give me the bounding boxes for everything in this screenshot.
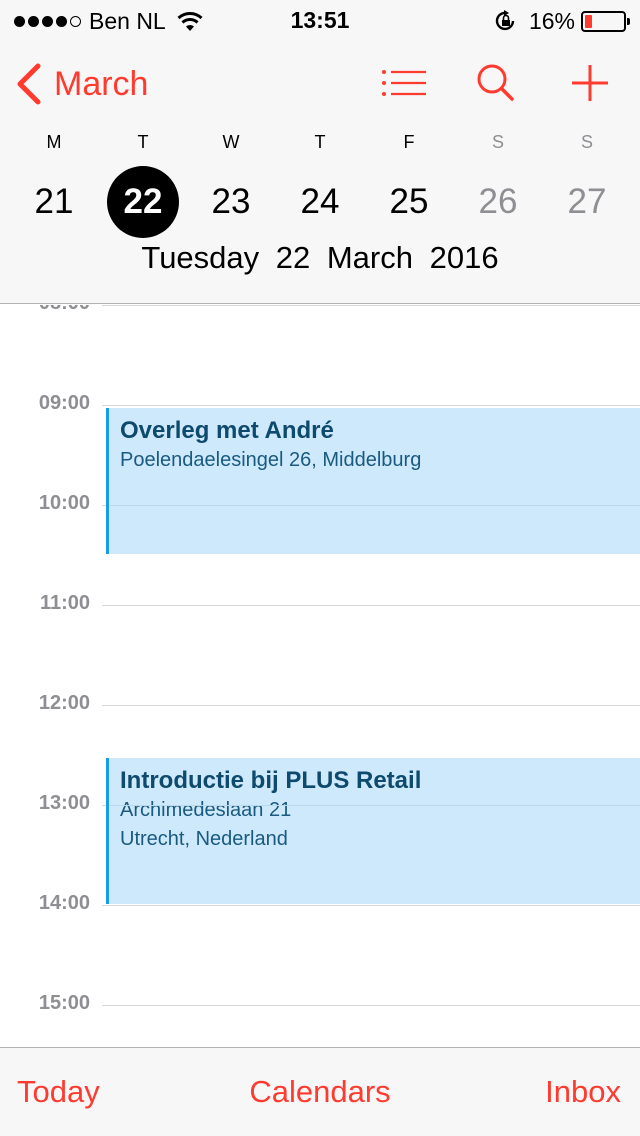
battery-percentage: 16% [528, 7, 575, 34]
hour-row: 09:00 [0, 392, 640, 414]
list-icon[interactable] [380, 62, 428, 104]
event-location: Utrecht, Nederland [120, 828, 288, 850]
weekday-letter: T [314, 132, 326, 152]
weekday-letter: F [403, 132, 415, 152]
event-title: Overleg met André [120, 417, 334, 444]
hour-line [102, 1005, 640, 1006]
event-location: Poelendaelesingel 26, Middelburg [120, 449, 422, 471]
week-date[interactable]: 24 [284, 166, 356, 238]
search-icon[interactable] [472, 62, 520, 104]
hour-row: 12:00 [0, 692, 640, 714]
hour-label: 10:00 [38, 492, 90, 514]
week-date[interactable]: 26 [462, 166, 534, 238]
hour-label: 15:00 [38, 992, 90, 1014]
hour-label: 11:00 [39, 592, 90, 614]
weekday-letter: M [46, 132, 62, 152]
hour-line [102, 605, 640, 606]
day-timeline[interactable]: 08:00 09:00 10:00 11:00 12:00 13:00 14:00 15:00… [0, 305, 640, 1047]
hour-label: 14:00 [38, 892, 90, 914]
hour-line [102, 305, 640, 306]
tab-bar: Today Calendars Inbox [0, 1047, 640, 1136]
hour-row: 14:00 [0, 892, 640, 914]
event-hour-line [109, 505, 640, 506]
hour-label: 12:00 [38, 692, 90, 714]
week-date[interactable]: 23 [195, 166, 267, 238]
calendar-event[interactable]: Overleg met André Poelendaelesingel 26, M… [106, 408, 640, 554]
hour-line [102, 905, 640, 906]
weekday-letters: MTWTFSS [0, 132, 640, 160]
weekday-letter: S [580, 132, 593, 152]
hour-row: 15:00 [0, 992, 640, 1014]
hour-line [102, 405, 640, 406]
chevron-left-icon [17, 63, 41, 105]
status-right: 16% [493, 7, 630, 34]
battery-level [585, 14, 592, 28]
event-hour-line [109, 805, 640, 806]
back-to-month-button[interactable]: March [14, 62, 148, 106]
calendar-event[interactable]: Introductie bij PLUS Retail Archimedeslaa… [106, 758, 640, 904]
week-date[interactable]: 25 [373, 166, 445, 238]
selected-date[interactable]: 22 [107, 166, 179, 238]
inbox-button[interactable]: Inbox [545, 1074, 621, 1110]
weekday-letter: W [222, 132, 240, 152]
week-dates: 21 22 23 24 25 26 27 [0, 166, 640, 238]
hour-label: 08:00 [0, 305, 90, 315]
battery-icon [581, 10, 630, 32]
calendar-header: March M T W T F S S 21 22 23 24 25 26 27 Tuesday 22 … [0, 40, 640, 304]
hour-label: 13:00 [38, 792, 90, 814]
week-date[interactable]: 21 [18, 166, 90, 238]
event-title: Introductie bij PLUS Retail [120, 767, 422, 794]
hour-label: 09:00 [38, 392, 90, 414]
event-location: Archimedeslaan 21 [120, 799, 292, 821]
status-bar: Ben NL 13:51 16% [0, 0, 640, 40]
hour-row: 08:00 [0, 305, 640, 314]
add-event-icon[interactable] [568, 62, 616, 104]
hour-line [102, 705, 640, 706]
week-date[interactable]: 27 [551, 166, 623, 238]
weekday-letter: T [137, 132, 149, 152]
hour-row: 11:00 [0, 592, 640, 614]
rotation-lock-icon [495, 10, 515, 31]
back-label: March [54, 64, 149, 103]
selected-full-date: Tuesday 22 March 2016 [141, 240, 499, 275]
calendars-button[interactable]: Calendars [0, 1074, 640, 1110]
weekday-letter: S [491, 132, 504, 152]
